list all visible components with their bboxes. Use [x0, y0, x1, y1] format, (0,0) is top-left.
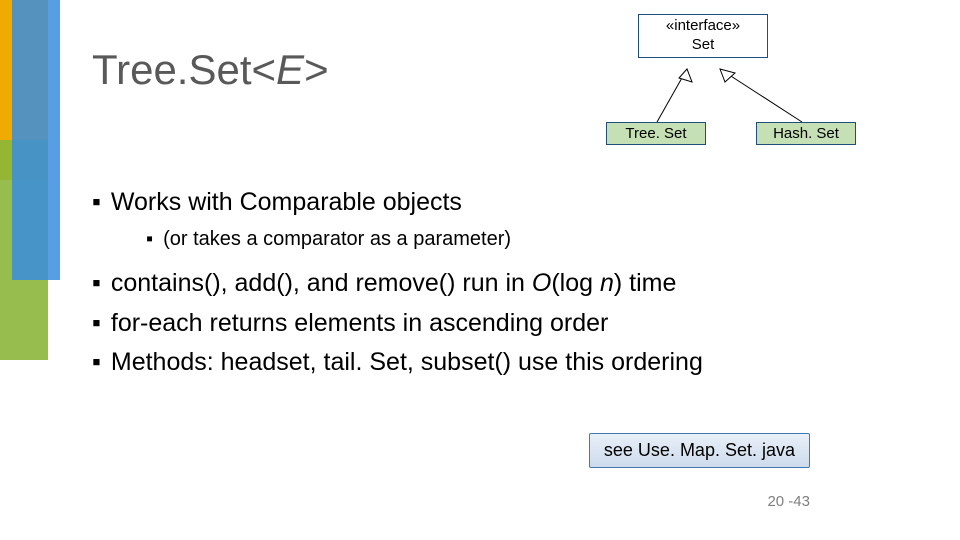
bullet-1-text: Works with Comparable objects [111, 186, 462, 220]
bullet-4-text: Methods: headset, tail. Set, subset() us… [111, 346, 703, 380]
uml-hashset-box: Hash. Set [756, 122, 856, 145]
bullet-square-icon: ▪ [146, 226, 153, 253]
slide-body: ▪ Works with Comparable objects ▪ (or ta… [92, 186, 912, 386]
see-also-box: see Use. Map. Set. java [589, 433, 810, 468]
title-text-post: > [304, 46, 329, 93]
bullet-4: ▪ Methods: headset, tail. Set, subset() … [92, 346, 912, 380]
title-generic: E [276, 46, 304, 93]
uml-diagram: «interface» Set Tree. Set Hash. Set [602, 14, 932, 174]
bullet-2-text: contains(), add(), and remove() run in O… [111, 267, 677, 301]
slide: Tree.Set<E> «interface» Set Tree. Set Ha… [0, 0, 960, 540]
slide-title: Tree.Set<E> [92, 46, 329, 94]
bullet-2-pre: contains(), add(), and remove() run in [111, 269, 532, 297]
bullet-3-text: for-each returns elements in ascending o… [111, 307, 609, 341]
bullet-2-bigO: O [532, 269, 551, 297]
bullet-1a-text: (or takes a comparator as a parameter) [163, 226, 511, 253]
uml-treeset-box: Tree. Set [606, 122, 706, 145]
page-number: 20 -43 [767, 493, 810, 510]
accent-stripe-blue [12, 0, 60, 280]
bullet-2-mid: (log [551, 269, 600, 297]
bullet-2-post: ) time [614, 269, 677, 297]
bullet-2-n: n [600, 269, 614, 297]
uml-arrows [602, 14, 932, 174]
bullet-3: ▪ for-each returns elements in ascending… [92, 307, 912, 341]
bullet-square-icon: ▪ [92, 267, 101, 301]
bullet-1: ▪ Works with Comparable objects [92, 186, 912, 220]
title-text-pre: Tree.Set< [92, 46, 276, 93]
bullet-square-icon: ▪ [92, 307, 101, 341]
bullet-1a: ▪ (or takes a comparator as a parameter) [146, 226, 912, 253]
bullet-square-icon: ▪ [92, 346, 101, 380]
bullet-square-icon: ▪ [92, 186, 101, 220]
bullet-2: ▪ contains(), add(), and remove() run in… [92, 267, 912, 301]
